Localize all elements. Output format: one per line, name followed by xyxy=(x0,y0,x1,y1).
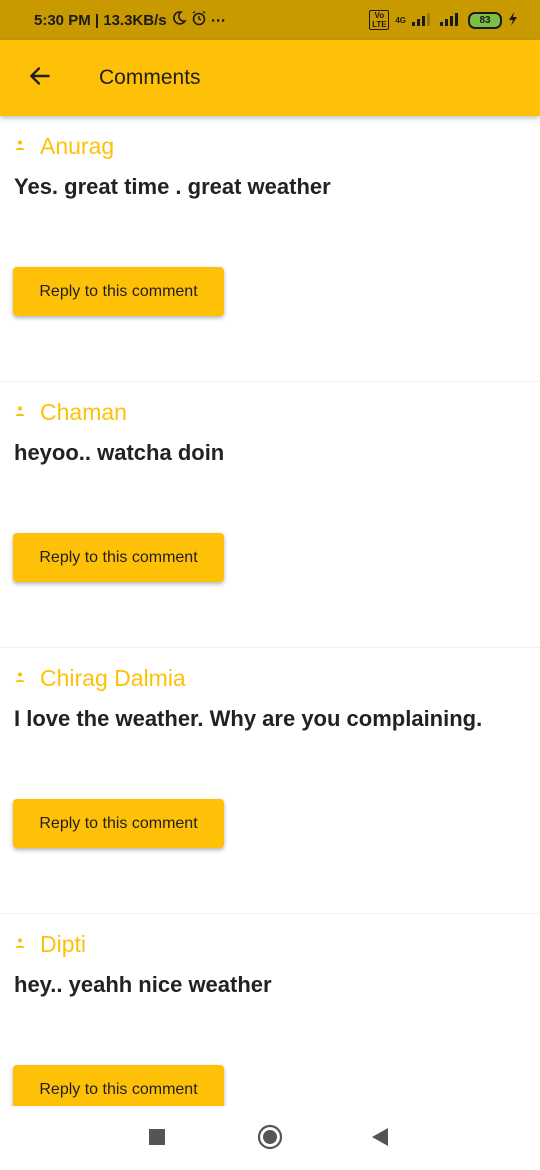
status-time-speed: 5:30 PM | 13.3KB/s xyxy=(34,11,167,29)
comment-author: Chaman xyxy=(14,399,127,426)
network-type-label: 4G xyxy=(395,15,406,25)
status-left: 5:30 PM | 13.3KB/s ⋯ xyxy=(34,10,226,30)
comment-text: heyoo.. watcha doin xyxy=(14,440,225,465)
comment-author: Anurag xyxy=(14,133,114,160)
author-name: Chaman xyxy=(40,399,127,425)
comment-author: Dipti xyxy=(14,931,86,958)
system-nav-bar xyxy=(0,1106,540,1170)
alarm-icon xyxy=(191,10,207,30)
reply-button[interactable]: Reply to this comment xyxy=(13,1065,224,1106)
person-icon xyxy=(14,936,26,954)
author-name: Anurag xyxy=(40,133,115,159)
home-button[interactable] xyxy=(257,1124,283,1155)
app-bar: Comments xyxy=(0,40,540,116)
comment-text: I love the weather. Why are you complain… xyxy=(14,706,483,731)
arrow-left-icon xyxy=(27,63,53,94)
charging-icon xyxy=(508,11,518,29)
person-icon xyxy=(14,670,26,688)
recents-button[interactable] xyxy=(148,1128,166,1151)
status-bar: 5:30 PM | 13.3KB/s ⋯ Vo LTE 4G 83 xyxy=(0,0,540,40)
comment-item: Anurag Yes. great time . great weather R… xyxy=(0,116,540,382)
person-icon xyxy=(14,138,26,156)
comment-text: hey.. yeahh nice weather xyxy=(14,972,272,997)
status-right: Vo LTE 4G 83 xyxy=(369,10,518,30)
back-nav-button[interactable] xyxy=(371,1127,389,1152)
author-name: Dipti xyxy=(40,931,87,957)
author-name: Chirag Dalmia xyxy=(40,665,186,691)
triangle-back-icon xyxy=(371,1127,389,1152)
comment-item: Chaman heyoo.. watcha doin Reply to this… xyxy=(0,382,540,648)
comment-list[interactable]: Anurag Yes. great time . great weather R… xyxy=(0,116,540,1106)
comment-text: Yes. great time . great weather xyxy=(14,174,331,199)
signal-icon-2 xyxy=(440,12,462,29)
back-button[interactable] xyxy=(20,58,60,98)
person-icon xyxy=(14,404,26,422)
reply-button[interactable]: Reply to this comment xyxy=(13,267,224,316)
comment-item: Dipti hey.. yeahh nice weather Reply to … xyxy=(0,914,540,1106)
comment-item: Chirag Dalmia I love the weather. Why ar… xyxy=(0,648,540,914)
more-notifications-icon: ⋯ xyxy=(210,12,226,29)
moon-icon xyxy=(171,10,187,30)
square-icon xyxy=(148,1128,166,1151)
comment-author: Chirag Dalmia xyxy=(14,665,186,692)
home-circle-icon xyxy=(257,1124,283,1155)
reply-button[interactable]: Reply to this comment xyxy=(13,533,224,582)
volte-icon: Vo LTE xyxy=(369,10,390,30)
page-title: Comments xyxy=(99,66,201,89)
reply-button[interactable]: Reply to this comment xyxy=(13,799,224,848)
signal-icon-1 xyxy=(412,12,434,29)
battery-indicator: 83 xyxy=(468,11,502,29)
